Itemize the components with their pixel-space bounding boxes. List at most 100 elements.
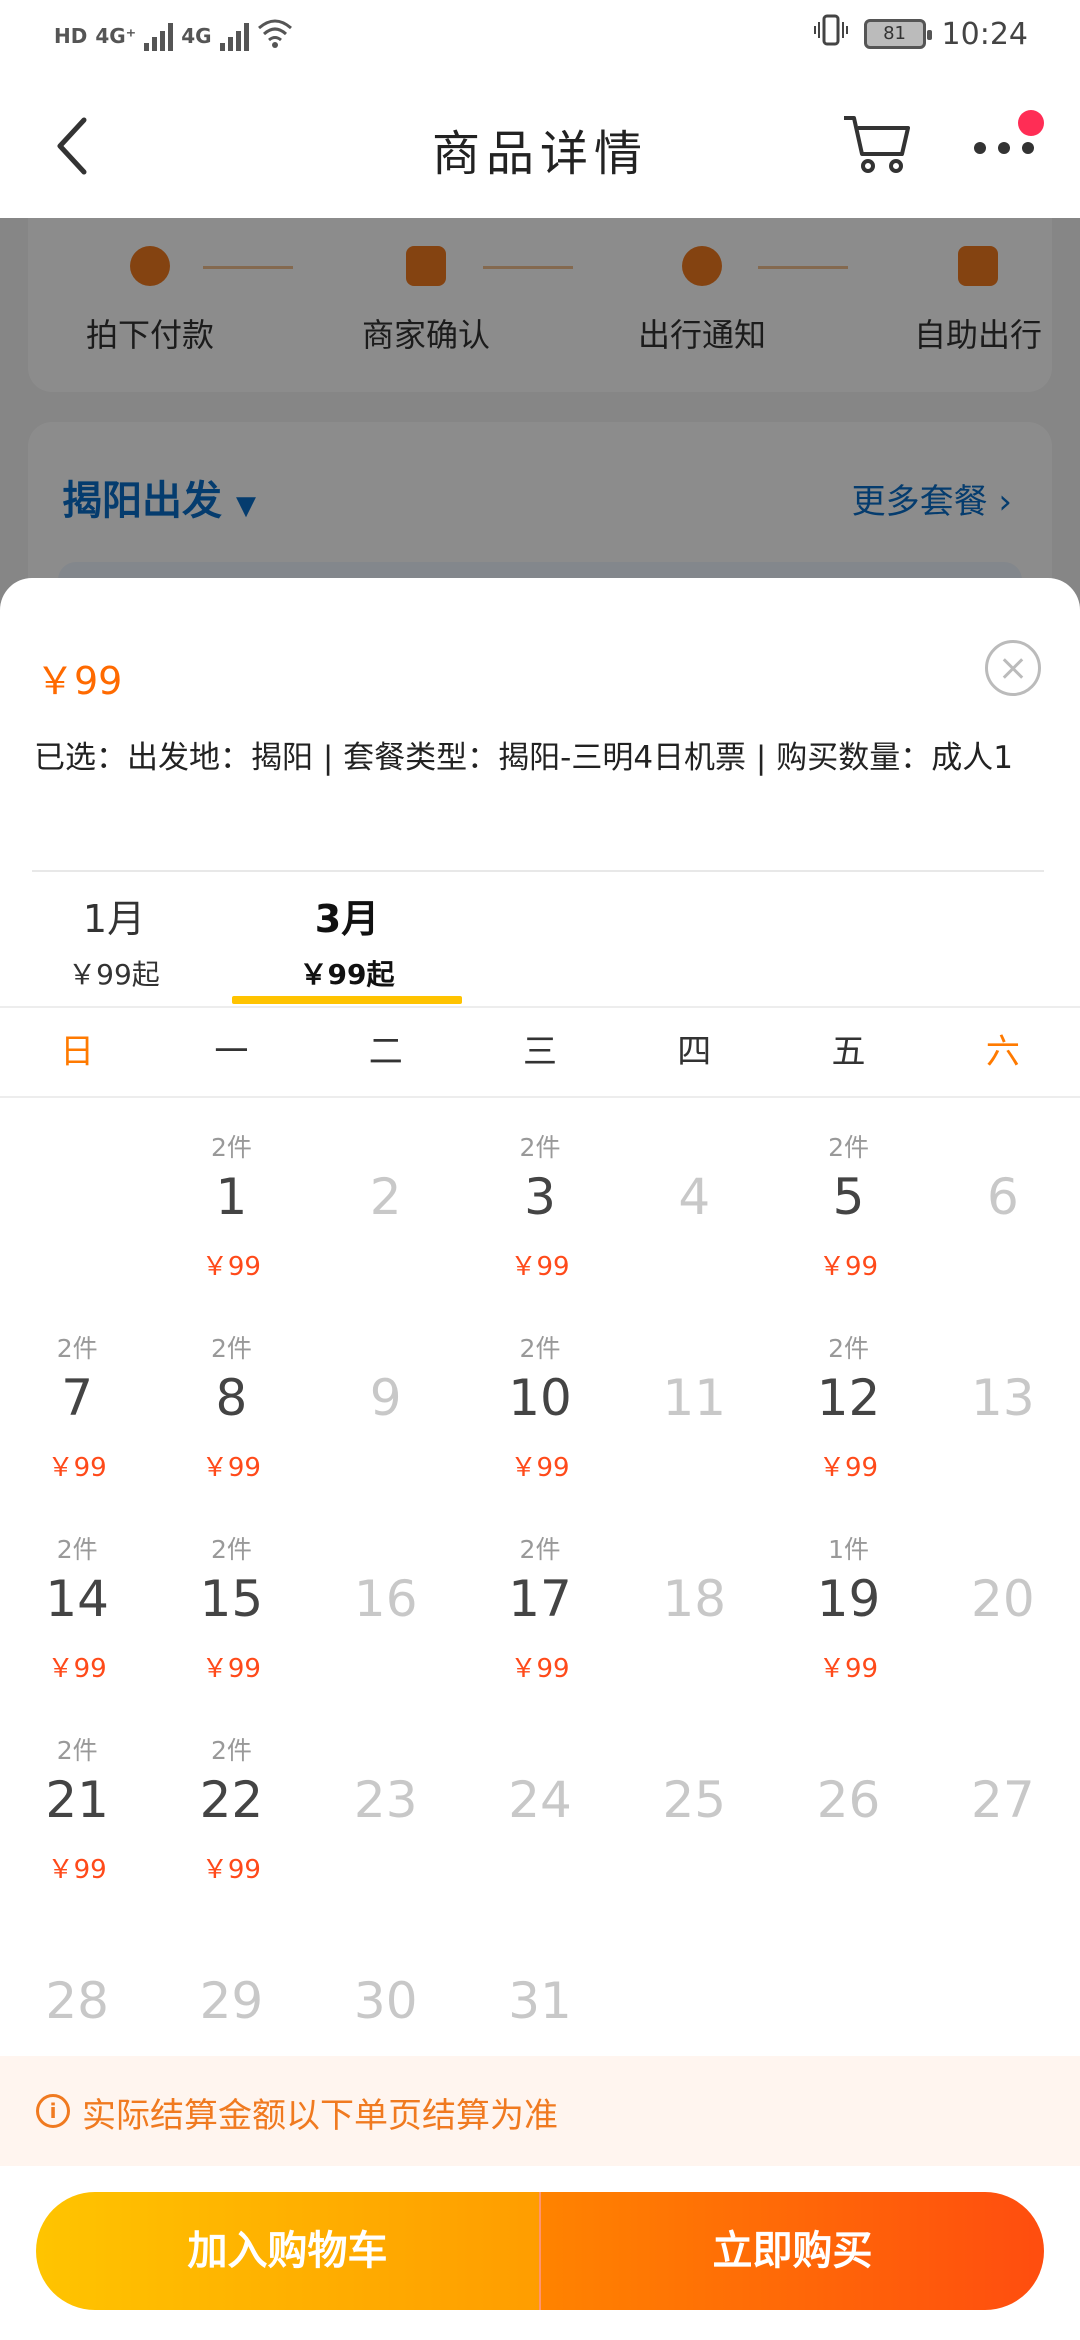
day-number: 26 [816, 1771, 881, 1829]
day-number: 6 [986, 1168, 1019, 1226]
weekday-mon: 一 [214, 1032, 249, 1072]
info-icon: i [36, 2094, 70, 2128]
day-number: 15 [199, 1570, 264, 1628]
tab-month-label: 3月 [314, 897, 380, 941]
day-stock: 2件 [210, 1535, 252, 1564]
weekday-wed: 三 [522, 1032, 557, 1072]
active-tab-indicator [232, 996, 462, 1004]
buy-now-button[interactable]: 立即购买 [539, 2192, 1044, 2310]
weekday-tue: 二 [368, 1032, 403, 1072]
network-badge-2: 4G [181, 23, 212, 48]
day-number: 10 [508, 1369, 572, 1427]
weekday-sun: 日 [60, 1032, 95, 1072]
calendar-day[interactable]: 1件 19 ￥99 [777, 1500, 921, 1700]
calendar-day[interactable]: 2件 5 ￥99 [777, 1098, 921, 1298]
status-left: HD 4G⁺ 4G [54, 18, 293, 53]
day-number: 23 [353, 1771, 418, 1829]
day-number: 16 [353, 1570, 418, 1628]
day-price: ￥99 [819, 1453, 879, 1483]
calendar-day[interactable]: 2件 14 ￥99 [5, 1500, 149, 1700]
close-icon[interactable] [985, 640, 1041, 696]
day-price: ￥99 [47, 1855, 107, 1885]
calendar-day[interactable]: 2件 17 ￥99 [468, 1500, 612, 1700]
action-buttons: 加入购物车 立即购买 [36, 2192, 1044, 2310]
calendar-day[interactable]: 2件 12 ￥99 [777, 1299, 921, 1499]
page-title: 商品详情 [431, 126, 648, 182]
day-price: ￥99 [47, 1654, 107, 1684]
day-price: ￥99 [201, 1855, 261, 1885]
day-number: 14 [45, 1570, 109, 1628]
calendar-day: 6 [931, 1098, 1075, 1298]
clock: 10:24 [941, 16, 1028, 52]
tab-month-jan[interactable]: 1月 ￥99起 [14, 888, 214, 993]
calendar-day[interactable]: 2件 21 ￥99 [5, 1701, 149, 1901]
day-stock: 1件 [828, 1535, 870, 1564]
day-number: 31 [508, 1972, 572, 2030]
day-price: ￥99 [819, 1654, 879, 1684]
calendar-day[interactable]: 2件 15 ￥99 [159, 1500, 303, 1700]
notice-text: 实际结算金额以下单页结算为准 [82, 2096, 558, 2136]
day-number: 27 [971, 1771, 1035, 1829]
day-number: 2 [369, 1168, 402, 1226]
calendar-day: 20 [931, 1500, 1075, 1700]
tab-month-mar[interactable]: 3月 ￥99起 [247, 888, 447, 993]
calendar-day[interactable]: 2件 22 ￥99 [159, 1701, 303, 1901]
day-stock: 2件 [210, 1736, 252, 1765]
day-number: 24 [508, 1771, 572, 1829]
calendar-day[interactable]: 2件 3 ￥99 [468, 1098, 612, 1298]
day-stock: 2件 [519, 1133, 561, 1162]
signal-icon [144, 21, 174, 51]
calendar-day[interactable]: 2件 8 ￥99 [159, 1299, 303, 1499]
divider [32, 870, 1044, 872]
more-dots-icon[interactable] [970, 110, 1044, 166]
calendar-day: 2 [314, 1098, 458, 1298]
calendar-day: 13 [931, 1299, 1075, 1499]
calendar-day: 4 [622, 1098, 766, 1298]
modal-overlay[interactable] [0, 218, 1080, 618]
tab-month-price: ￥99起 [299, 958, 395, 991]
day-number: 3 [524, 1168, 556, 1226]
day-price: ￥99 [47, 1453, 107, 1483]
calendar-day: 18 [622, 1500, 766, 1700]
day-stock: 2件 [210, 1133, 252, 1162]
tab-month-price: ￥99起 [68, 958, 160, 991]
day-stock: 2件 [519, 1535, 561, 1564]
date-picker-sheet: ￥99 已选：出发地：揭阳 | 套餐类型：揭阳-三明4日机票 | 购买数量：成人… [0, 578, 1080, 2340]
calendar-day: 24 [468, 1701, 612, 1901]
weekday-sat: 六 [985, 1032, 1020, 1072]
day-price: ￥99 [201, 1252, 261, 1282]
add-to-cart-button[interactable]: 加入购物车 [36, 2192, 539, 2310]
calendar-day[interactable]: 2件 7 ￥99 [5, 1299, 149, 1499]
calendar-day[interactable]: 2件 1 ￥99 [159, 1098, 303, 1298]
day-number: 25 [662, 1771, 727, 1829]
day-price: ￥99 [510, 1252, 570, 1282]
day-stock: 2件 [56, 1535, 98, 1564]
calendar-day: 16 [314, 1500, 458, 1700]
calendar-day: 23 [314, 1701, 458, 1901]
signal-icon-2 [219, 21, 249, 51]
weekday-thu: 四 [677, 1032, 712, 1072]
day-stock: 2件 [56, 1334, 98, 1363]
status-right: 81 10:24 [813, 14, 1028, 54]
notification-dot [1018, 110, 1044, 136]
day-number: 30 [353, 1972, 418, 2030]
weekday-fri: 五 [831, 1032, 866, 1072]
calendar-day[interactable]: 2件 10 ￥99 [468, 1299, 612, 1499]
day-stock: 2件 [56, 1736, 98, 1765]
day-number: 1 [215, 1168, 248, 1226]
day-number: 12 [816, 1369, 881, 1427]
network-badge-1: 4G⁺ [95, 23, 137, 48]
day-number: 7 [61, 1369, 94, 1427]
day-number: 9 [369, 1369, 402, 1427]
day-number: 11 [662, 1369, 727, 1427]
hd-badge: HD [54, 23, 88, 48]
cart-icon[interactable] [840, 112, 912, 176]
vibrate-icon [813, 14, 848, 54]
app-header: 商品详情 [0, 72, 1080, 218]
day-number: 21 [45, 1771, 109, 1829]
calendar-day: 25 [622, 1701, 766, 1901]
day-number: 8 [215, 1369, 248, 1427]
status-bar: HD 4G⁺ 4G 81 10:24 [0, 0, 1080, 72]
day-number: 4 [678, 1168, 711, 1226]
day-stock: 2件 [210, 1334, 252, 1363]
